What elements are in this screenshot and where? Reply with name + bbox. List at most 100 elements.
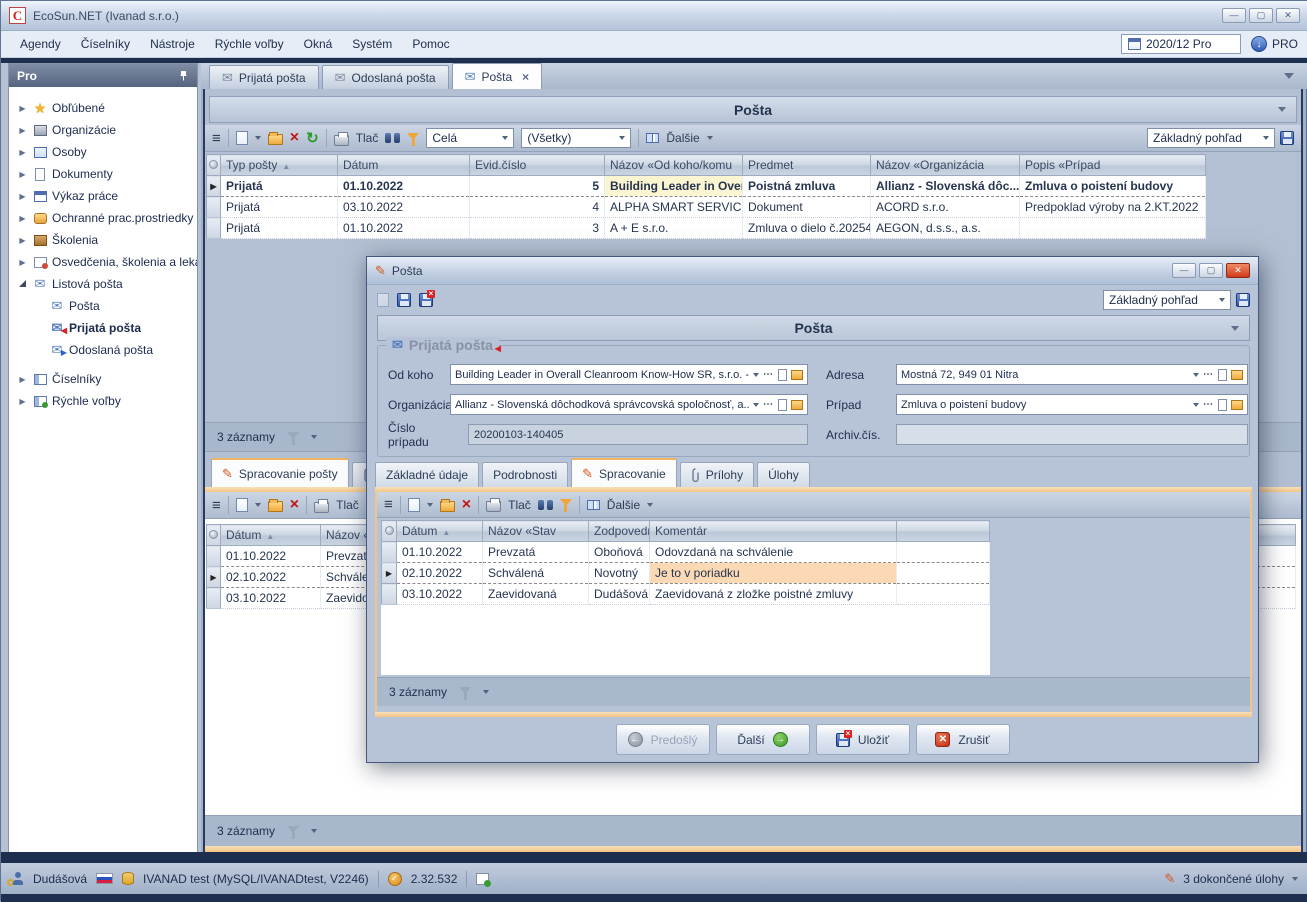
print-label[interactable]: Tlač	[336, 498, 359, 512]
footer-filter-icon[interactable]	[287, 432, 299, 445]
cell[interactable]: Odovzdaná na schválenie	[650, 542, 897, 563]
cell[interactable]: Zmluva o dielo č.202544	[743, 218, 871, 239]
cell[interactable]: Building Leader in Overall Cl...	[605, 176, 743, 197]
dropdown-icon[interactable]	[753, 373, 759, 377]
pro-icon[interactable]: ↓	[1251, 36, 1267, 52]
cell[interactable]: 5	[470, 176, 605, 197]
menu-ciselniky[interactable]: Číselníky	[72, 34, 139, 54]
refresh-icon[interactable]: ↻	[306, 131, 319, 146]
row-indicator[interactable]	[382, 542, 397, 563]
statusbar-tasks[interactable]: 3 dokončené úlohy	[1183, 872, 1284, 886]
row-indicator[interactable]: ▶	[207, 567, 221, 588]
open-icon[interactable]	[268, 501, 283, 512]
cell[interactable]: 03.10.2022	[338, 197, 470, 218]
cell[interactable]: 4	[470, 197, 605, 218]
save-button[interactable]: ×Uložiť	[816, 724, 910, 755]
table-row[interactable]: 01.10.2022PrevzatáOboňováOdovzdaná na sc…	[382, 542, 990, 563]
period-input[interactable]	[1146, 37, 1226, 51]
scope-combo[interactable]: Celá	[426, 128, 514, 148]
sidebar-item-organizations[interactable]: ▶Organizácie	[9, 119, 197, 141]
dialog-view-combo[interactable]: Základný pohľad	[1103, 290, 1231, 310]
column-header[interactable]: Dátum	[338, 155, 470, 176]
cell[interactable]: Prevzatá	[483, 542, 589, 563]
tasks-dropdown-icon[interactable]	[1292, 877, 1298, 881]
cell[interactable]: Allianz - Slovenská dôc...	[871, 176, 1020, 197]
save-view-icon[interactable]	[1236, 293, 1250, 307]
ellipsis-icon[interactable]: ⋯	[1203, 399, 1214, 410]
cell[interactable]: 01.10.2022	[221, 546, 321, 567]
column-header[interactable]: Názov «Od koho/komu	[605, 155, 743, 176]
cell[interactable]: Novotný	[589, 563, 650, 584]
delete-icon[interactable]: ×	[290, 497, 299, 513]
cell[interactable]: 01.10.2022	[338, 218, 470, 239]
new-record-icon[interactable]	[408, 498, 420, 512]
cell[interactable]: Je to v poriadku	[650, 563, 897, 584]
sidebar-item-received-mail[interactable]: ✉◀Prijatá pošta	[9, 317, 197, 339]
tab-spracovanie[interactable]: ✎Spracovanie	[571, 458, 677, 487]
column-header[interactable]: Popis «Prípad	[1020, 155, 1206, 176]
more-dropdown-icon[interactable]	[707, 136, 713, 140]
close-tab-icon[interactable]: ×	[522, 70, 529, 84]
new-record-dropdown-icon[interactable]	[255, 503, 261, 507]
cell[interactable]: Oboňová	[589, 542, 650, 563]
column-header[interactable]: Evid.číslo	[470, 155, 605, 176]
footer-filter-dropdown-icon[interactable]	[311, 435, 317, 439]
dialog-close-button[interactable]: ✕	[1226, 263, 1250, 278]
ellipsis-icon[interactable]: ⋯	[763, 369, 774, 380]
column-header[interactable]: Komentár	[650, 521, 897, 542]
row-indicator[interactable]	[207, 546, 221, 567]
cell[interactable]: 01.10.2022	[397, 542, 483, 563]
print-icon[interactable]	[486, 501, 501, 512]
filter-icon[interactable]	[407, 133, 419, 146]
menu-system[interactable]: Systém	[343, 34, 401, 54]
statusbar-version[interactable]: 2.32.532	[411, 872, 458, 886]
more-label[interactable]: Ďalšie	[666, 131, 699, 145]
columns-icon[interactable]	[646, 133, 659, 143]
cell[interactable]: 01.10.2022	[338, 176, 470, 197]
cell[interactable]: Dudášová	[589, 584, 650, 605]
sidebar-item-persons[interactable]: ▶Osoby	[9, 141, 197, 163]
tab-prilohy[interactable]: Prílohy	[680, 462, 754, 487]
page-icon[interactable]	[1218, 399, 1227, 411]
cell[interactable]: 03.10.2022	[221, 588, 321, 609]
delete-icon[interactable]: ×	[462, 497, 471, 513]
cell[interactable]: 3	[470, 218, 605, 239]
tab-ulohy[interactable]: Úlohy	[757, 462, 810, 487]
dropdown-icon[interactable]	[753, 403, 759, 407]
table-row[interactable]: Prijatá03.10.20224ALPHA SMART SERVICE s.…	[207, 197, 1206, 218]
cell[interactable]: Zaevidovaná z zložke poistné zmluvy	[650, 584, 897, 605]
expanded-arrow-icon[interactable]	[19, 280, 26, 287]
cell[interactable]: Dokument	[743, 197, 871, 218]
hamburger-icon[interactable]: ≡	[212, 497, 221, 514]
menu-okna[interactable]: Okná	[295, 34, 342, 54]
sidebar-item-favorites[interactable]: ▶★Obľúbené	[9, 97, 197, 119]
row-indicator[interactable]	[207, 588, 221, 609]
tab-prijata-posta[interactable]: ✉Prijatá pošta	[209, 65, 319, 89]
save-view-icon[interactable]	[1280, 131, 1294, 145]
grid-corner[interactable]	[382, 521, 397, 542]
dialog-maximize-button[interactable]: ▢	[1199, 263, 1223, 278]
cell[interactable]: 03.10.2022	[397, 584, 483, 605]
tab-podrobnosti[interactable]: Podrobnosti	[482, 462, 568, 487]
close-button[interactable]: ✕	[1276, 8, 1300, 23]
menu-agendy[interactable]: Agendy	[11, 34, 70, 54]
row-indicator[interactable]: ▶	[207, 176, 221, 197]
row-indicator[interactable]	[207, 197, 221, 218]
page-icon[interactable]	[778, 399, 787, 411]
cell[interactable]	[1020, 218, 1206, 239]
new-record-icon[interactable]	[236, 131, 248, 145]
cell[interactable]: Schválená	[483, 563, 589, 584]
ellipsis-icon[interactable]: ⋯	[763, 399, 774, 410]
print-icon[interactable]	[334, 135, 349, 146]
cell[interactable]: Prijatá	[221, 218, 338, 239]
cell[interactable]: 02.10.2022	[397, 563, 483, 584]
column-header[interactable]: Dátum▲	[397, 521, 483, 542]
new-record-dropdown-icon[interactable]	[255, 136, 261, 140]
tab-zakladne-udaje[interactable]: Základné údaje	[375, 462, 479, 487]
sidebar-item-sent-mail[interactable]: ✉▶Odoslaná pošta	[9, 339, 197, 361]
more-label[interactable]: Ďalšie	[607, 498, 640, 512]
hamburger-icon[interactable]: ≡	[212, 130, 221, 147]
footer-filter-icon[interactable]	[459, 687, 471, 700]
sidebar-item-trainings[interactable]: ▶Školenia	[9, 229, 197, 251]
save-and-close-icon[interactable]: ×	[419, 293, 433, 307]
